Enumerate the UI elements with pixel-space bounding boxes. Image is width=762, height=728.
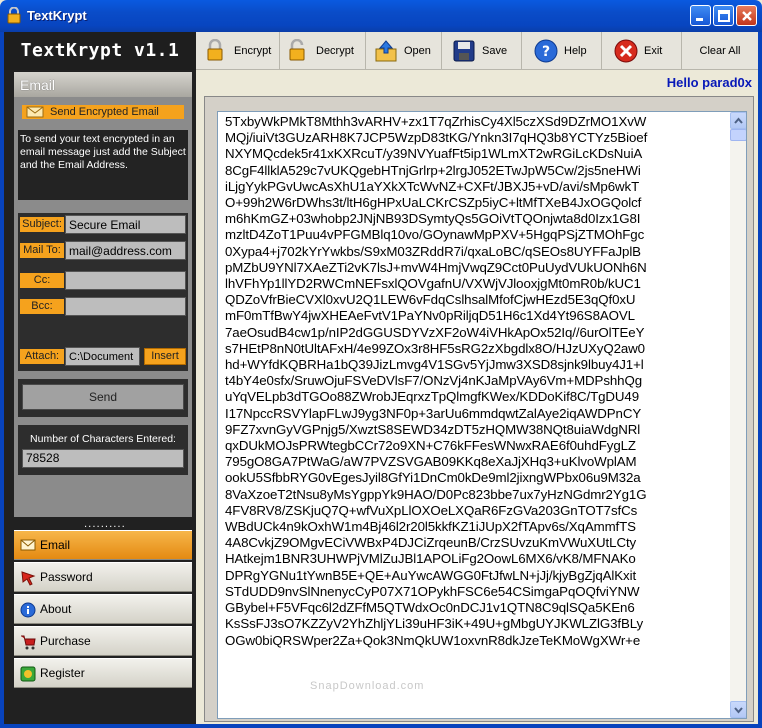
svg-text:?: ?	[542, 44, 550, 60]
scroll-up-button[interactable]	[730, 112, 746, 129]
character-count-field: 78528	[22, 449, 184, 468]
pointer-icon	[21, 571, 36, 586]
close-button[interactable]	[736, 5, 757, 26]
watermark: SnapDownload.com	[310, 680, 425, 692]
window-title: TextKrypt	[27, 8, 87, 23]
splitter-grip[interactable]: ..........	[84, 519, 126, 530]
nav-item-password[interactable]: Password	[14, 562, 192, 592]
nav-label: Email	[40, 538, 71, 552]
save-label: Save	[482, 45, 508, 57]
sidebar: TextKrypt v1.1 Email Send Encrypted Emai…	[4, 32, 196, 724]
clear-all-label: Clear All	[699, 45, 741, 57]
open-button[interactable]: Open	[366, 32, 442, 70]
minimize-button[interactable]	[690, 5, 711, 26]
help-icon: ?	[534, 39, 558, 63]
encrypted-text: 5TxbyWkPMkT8Mthh3vARHV+zx1T7qZrhisCy4Xl5…	[225, 114, 648, 648]
exit-button[interactable]: Exit	[602, 32, 682, 70]
mailto-field[interactable]: mail@address.com	[65, 241, 186, 260]
cc-field[interactable]	[65, 271, 186, 290]
nav-item-about[interactable]: About	[14, 594, 192, 624]
window-frame: TextKrypt v1.1 Email Send Encrypted Emai…	[0, 32, 762, 728]
nav-item-register[interactable]: Register	[14, 658, 192, 688]
floppy-disk-icon	[453, 40, 475, 62]
help-button[interactable]: ? Help	[522, 32, 602, 70]
subject-field[interactable]: Secure Email	[65, 215, 186, 234]
decrypt-label: Decrypt	[316, 45, 354, 57]
character-count-label: Number of Characters Entered:	[30, 433, 176, 445]
lock-icon	[7, 7, 21, 24]
envelope-icon	[26, 106, 44, 118]
exit-icon	[614, 39, 638, 63]
bcc-field[interactable]	[65, 297, 186, 316]
nav-label: Register	[40, 666, 85, 680]
register-icon	[20, 666, 36, 682]
send-area: Send	[18, 379, 188, 417]
lock-open-icon	[289, 39, 305, 61]
nav-label: About	[40, 602, 72, 616]
encrypted-text-area[interactable]: 5TxbyWkPMkT8Mthh3vARHV+zx1T7qZrhisCy4Xl5…	[217, 111, 747, 719]
open-folder-icon	[375, 40, 397, 62]
nav-label: Purchase	[40, 634, 91, 648]
attach-field[interactable]: C:\Document	[65, 347, 140, 366]
minimize-icon	[696, 18, 703, 21]
toolbar: Encrypt Decrypt Open Save ? Help Exit Cl…	[196, 32, 758, 70]
insert-button[interactable]: Insert	[144, 348, 186, 365]
open-label: Open	[404, 45, 431, 57]
help-label: Help	[564, 45, 587, 57]
text-panel: 5TxbyWkPMkT8Mthh3vARHV+zx1T7qZrhisCy4Xl5…	[204, 96, 754, 722]
section-title: Email	[14, 72, 192, 97]
maximize-button[interactable]	[713, 5, 734, 26]
send-encrypted-email-link[interactable]: Send Encrypted Email	[22, 105, 184, 119]
nav-label: Password	[40, 570, 93, 584]
vertical-scrollbar[interactable]	[730, 112, 746, 718]
attach-label: Attach:	[20, 349, 64, 364]
bcc-label: Bcc:	[20, 299, 64, 314]
cart-icon	[21, 635, 36, 650]
title-bar[interactable]: TextKrypt	[0, 0, 762, 32]
lock-closed-icon	[207, 39, 223, 61]
nav-item-email[interactable]: Email	[14, 530, 192, 560]
send-encrypted-email-label: Send Encrypted Email	[50, 106, 159, 118]
save-button[interactable]: Save	[442, 32, 522, 70]
send-button[interactable]: Send	[22, 384, 184, 410]
app-logo: TextKrypt v1.1	[4, 32, 196, 70]
scroll-down-button[interactable]	[730, 701, 746, 718]
info-icon	[20, 602, 36, 618]
close-icon	[742, 11, 752, 21]
encrypt-button[interactable]: Encrypt	[196, 32, 280, 70]
scroll-thumb[interactable]	[730, 129, 746, 141]
chevron-up-icon	[734, 117, 743, 124]
mailto-label: Mail To:	[20, 243, 64, 258]
email-panel: Send Encrypted Email To send your text e…	[14, 97, 192, 517]
subject-label: Subject:	[20, 217, 64, 232]
email-form: Subject: Secure Email Mail To: mail@addr…	[18, 213, 188, 371]
chevron-down-icon	[734, 707, 743, 714]
encrypt-label: Encrypt	[234, 45, 272, 57]
nav-item-purchase[interactable]: Purchase	[14, 626, 192, 656]
email-instructions: To send your text encrypted in an email …	[18, 130, 188, 200]
character-count-area: Number of Characters Entered: 78528	[18, 425, 188, 475]
clear-all-button[interactable]: Clear All	[682, 32, 758, 70]
maximize-icon	[718, 10, 730, 22]
envelope-icon	[20, 539, 36, 551]
cc-label: Cc:	[20, 273, 64, 288]
user-greeting: Hello parad0x	[666, 75, 752, 90]
window-client: TextKrypt v1.1 Email Send Encrypted Emai…	[4, 32, 758, 724]
decrypt-button[interactable]: Decrypt	[280, 32, 366, 70]
exit-label: Exit	[644, 45, 663, 57]
